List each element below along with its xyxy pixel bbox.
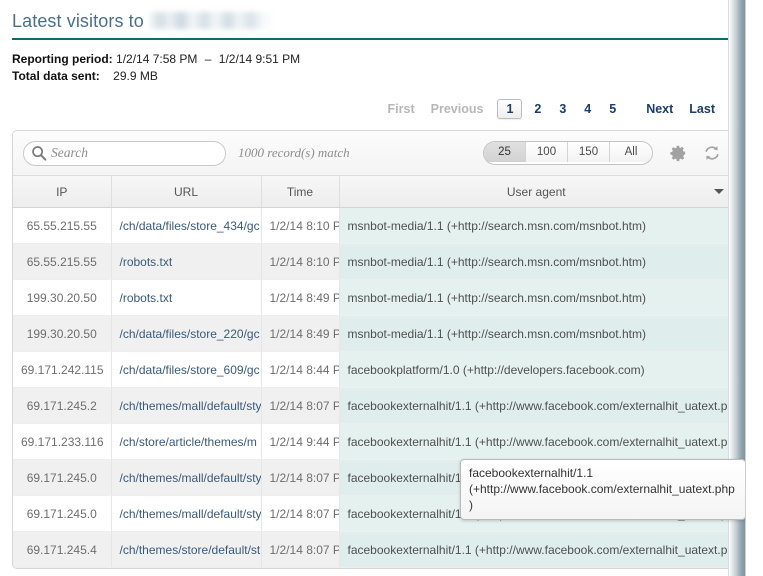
cell-url[interactable]: /ch/data/files/store_609/gc [111,352,261,388]
column-header-user-agent-label: User agent [507,185,566,199]
pagination: First Previous 1 2 3 4 5 Next Last [380,99,723,119]
cell-user-agent: msnbot-media/1.1 (+http://search.msn.com… [339,244,733,280]
gear-icon[interactable] [669,144,687,162]
table-row[interactable]: 65.55.215.55/robots.txt1/2/14 8:10 PMmsn… [13,244,733,280]
cell-user-agent: facebookexternalhit/1.1 (+http://www.fac… [339,424,733,460]
table-row[interactable]: 199.30.20.50/ch/data/files/store_220/gc1… [13,316,733,352]
reporting-period-row: Reporting period: 1/2/14 7:58 PM – 1/2/1… [12,51,745,68]
page-title-prefix: Latest visitors to [12,11,144,31]
pagination-page-4[interactable]: 4 [575,99,600,119]
cell-ip: 69.171.245.0 [13,460,111,496]
cell-ip: 69.171.233.116 [13,424,111,460]
chevron-down-icon[interactable] [714,189,724,194]
cell-ip: 199.30.20.50 [13,280,111,316]
table-row[interactable]: 69.171.245.2/ch/themes/mall/default/sty1… [13,388,733,424]
search-box [23,141,226,166]
table-header: IP URL Time User agent [13,176,733,208]
total-data-label: Total data sent: [12,69,100,83]
pagination-last[interactable]: Last [681,99,723,119]
table-row[interactable]: 69.171.242.115/ch/data/files/store_609/g… [13,352,733,388]
total-data-row: Total data sent: 29.9 MB [12,68,745,85]
cell-ip: 65.55.215.55 [13,208,111,244]
cell-url[interactable]: /ch/themes/mall/default/sty [111,460,261,496]
record-count: 1000 record(s) match [238,145,350,161]
page-size-150[interactable]: 150 [568,142,610,162]
cell-user-agent: msnbot-media/1.1 (+http://search.msn.com… [339,280,733,316]
cell-time: 1/2/14 8:49 PM [261,316,339,352]
cell-url[interactable]: /robots.txt [111,244,261,280]
column-header-user-agent[interactable]: User agent [339,176,733,208]
refresh-icon[interactable] [703,144,721,162]
total-data-value: 29.9 MB [103,69,158,83]
cell-url[interactable]: /ch/store/article/themes/m [111,424,261,460]
page-size-25[interactable]: 25 [484,142,526,162]
cell-user-agent: facebookplatform/1.0 (+http://developers… [339,352,733,388]
pagination-page-3[interactable]: 3 [550,99,575,119]
cell-ip: 199.30.20.50 [13,316,111,352]
page-size-all[interactable]: All [610,142,652,162]
table-row[interactable]: 65.55.215.55/ch/data/files/store_434/gc1… [13,208,733,244]
cell-ip: 69.171.245.0 [13,496,111,532]
table-row[interactable]: 199.30.20.50/robots.txt1/2/14 8:49 PMmsn… [13,280,733,316]
reporting-period-end: 1/2/14 9:51 PM [219,52,300,66]
cell-time: 1/2/14 8:07 PM [261,496,339,532]
page-size-100[interactable]: 100 [526,142,568,162]
cell-url[interactable]: /ch/data/files/store_434/gc [111,208,261,244]
page-container: Latest visitors to Reporting period: 1/2… [0,0,746,576]
cell-url[interactable]: /ch/themes/store/default/st [111,532,261,568]
cell-ip: 69.171.245.4 [13,532,111,568]
column-header-time[interactable]: Time [261,176,339,208]
reporting-period-label: Reporting period: [12,52,113,66]
table-toolbar: 1000 record(s) match 25 100 150 All [13,131,733,176]
redacted-domain [149,12,273,29]
cell-user-agent: facebookexternalhit/1.1 (+http://www.fac… [339,532,733,568]
pagination-next[interactable]: Next [638,99,681,119]
pagination-page-2[interactable]: 2 [525,99,550,119]
cell-user-agent: facebookexternalhit/1.1 (+http://www.fac… [339,388,733,424]
report-meta: Reporting period: 1/2/14 7:58 PM – 1/2/1… [0,40,745,85]
reporting-period-start: 1/2/14 7:58 PM [116,52,197,66]
table-header-row: IP URL Time User agent [13,176,733,208]
page-title: Latest visitors to [0,0,745,32]
cell-url[interactable]: /ch/themes/mall/default/sty [111,496,261,532]
search-input[interactable] [23,141,226,166]
cell-url[interactable]: /ch/themes/mall/default/sty [111,388,261,424]
cell-time: 1/2/14 8:07 PM [261,388,339,424]
column-header-url[interactable]: URL [111,176,261,208]
cell-time: 1/2/14 8:07 PM [261,460,339,496]
cell-user-agent: msnbot-media/1.1 (+http://search.msn.com… [339,208,733,244]
cell-ip: 69.171.242.115 [13,352,111,388]
cell-time: 1/2/14 8:10 PM [261,244,339,280]
pagination-first[interactable]: First [380,99,423,119]
pagination-page-5[interactable]: 5 [600,99,625,119]
cell-time: 1/2/14 8:10 PM [261,208,339,244]
toolbar-actions: 25 100 150 All [483,141,721,165]
reporting-period-separator: – [201,52,216,66]
cell-url[interactable]: /robots.txt [111,280,261,316]
cell-time: 1/2/14 8:44 PM [261,352,339,388]
cell-url[interactable]: /ch/data/files/store_220/gc [111,316,261,352]
cell-ip: 65.55.215.55 [13,244,111,280]
cell-ip: 69.171.245.2 [13,388,111,424]
table-row[interactable]: 69.171.245.4/ch/themes/store/default/st1… [13,532,733,568]
pagination-previous[interactable]: Previous [423,99,492,119]
cell-time: 1/2/14 9:44 PM [261,424,339,460]
user-agent-tooltip: facebookexternalhit/1.1 (+http://www.fac… [460,459,746,520]
pagination-page-1[interactable]: 1 [497,99,522,119]
cell-time: 1/2/14 8:49 PM [261,280,339,316]
cell-time: 1/2/14 8:07 PM [261,532,339,568]
page-size-selector: 25 100 150 All [483,141,653,165]
cell-user-agent: msnbot-media/1.1 (+http://search.msn.com… [339,316,733,352]
table-row[interactable]: 69.171.233.116/ch/store/article/themes/m… [13,424,733,460]
column-header-ip[interactable]: IP [13,176,111,208]
